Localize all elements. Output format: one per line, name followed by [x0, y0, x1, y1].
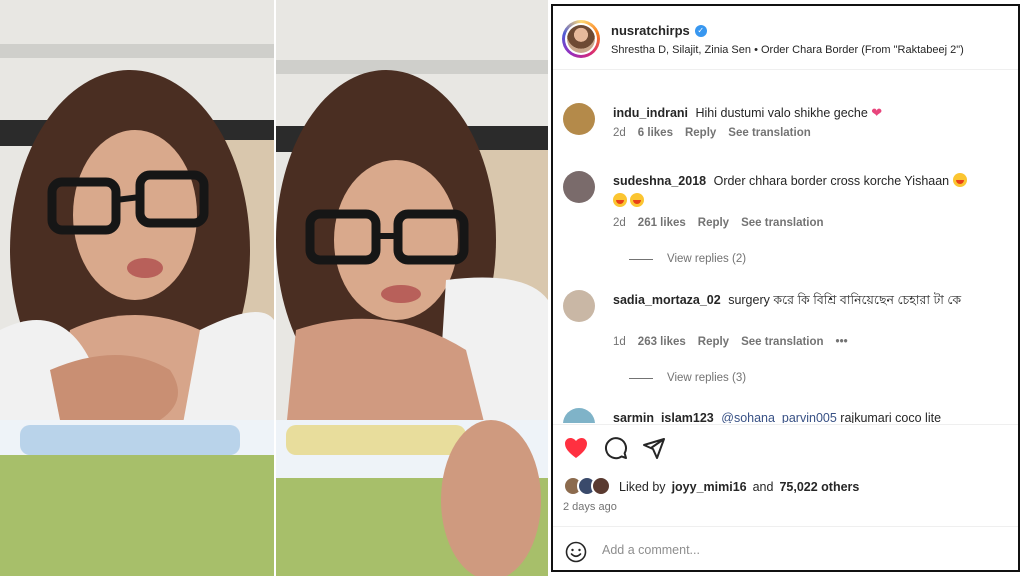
commenter-avatar[interactable]	[563, 408, 595, 423]
comment-likes[interactable]: 263 likes	[638, 336, 686, 348]
comment-text: surgery করে কি বিশ্রি বানিয়েছেন চেহারা …	[728, 293, 962, 307]
see-translation-button[interactable]: See translation	[741, 217, 823, 229]
view-replies-label[interactable]: View replies (3)	[667, 372, 746, 384]
see-translation-button[interactable]: See translation	[728, 127, 810, 139]
liked-by-user[interactable]: joyy_mimi16	[672, 480, 747, 494]
comments-list[interactable]: indu_indrani Hihi dustumi valo shikhe ge…	[553, 71, 1018, 423]
commenter-username[interactable]: sadia_mortaza_02	[613, 293, 721, 307]
heart-emoji-icon: ❤	[871, 105, 883, 120]
comment-text-block: sarmin_islam123 @sohana_parvin005 rajkum…	[613, 408, 988, 423]
post-photo-left	[0, 0, 274, 576]
post-header: nusratchirps ✓ Shrestha D, Silajit, Zini…	[553, 6, 1018, 70]
commenter-username[interactable]: sarmin_islam123	[613, 411, 714, 423]
divider-line	[629, 377, 653, 379]
commenter-username[interactable]: sudeshna_2018	[613, 174, 706, 188]
profile-avatar[interactable]	[562, 20, 600, 58]
add-comment-input[interactable]	[602, 543, 982, 557]
add-comment-bar	[553, 526, 1018, 570]
view-replies-button[interactable]: View replies (3)	[629, 372, 746, 384]
mention-link[interactable]: @sohana_parvin005	[721, 411, 837, 423]
commenter-username[interactable]: indu_indrani	[613, 106, 688, 120]
comment-text-block: sadia_mortaza_02 surgery করে কি বিশ্রি ব…	[613, 290, 988, 310]
likes-prefix: Liked by	[619, 480, 666, 494]
comment-time: 2d	[613, 127, 626, 139]
comment-likes[interactable]: 6 likes	[638, 127, 673, 139]
reply-button[interactable]: Reply	[685, 127, 716, 139]
commenter-avatar[interactable]	[563, 290, 595, 322]
comment-text-block: indu_indrani Hihi dustumi valo shikhe ge…	[613, 103, 988, 123]
reply-button[interactable]: Reply	[698, 336, 729, 348]
comment-text: Hihi dustumi valo shikhe geche	[695, 106, 868, 120]
instagram-post-panel: nusratchirps ✓ Shrestha D, Silajit, Zini…	[551, 4, 1020, 572]
commenter-avatar[interactable]	[563, 103, 595, 135]
screen: nusratchirps ✓ Shrestha D, Silajit, Zini…	[0, 0, 1024, 576]
profile-username[interactable]: nusratchirps ✓	[611, 23, 707, 38]
comment-time: 1d	[613, 336, 626, 348]
speech-bubble-icon[interactable]	[603, 435, 629, 461]
paper-plane-icon[interactable]	[641, 435, 667, 461]
comment-text-block: sudeshna_2018 Order chhara border cross …	[613, 171, 988, 211]
divider-line	[629, 258, 653, 260]
likes-middle: and	[752, 480, 774, 494]
view-replies-button[interactable]: View replies (2)	[629, 253, 746, 265]
post-date: 2 days ago	[563, 501, 617, 513]
see-translation-button[interactable]: See translation	[741, 336, 823, 348]
smiley-icon[interactable]	[565, 541, 587, 563]
comment-time: 2d	[613, 217, 626, 229]
more-options-icon[interactable]: •••	[836, 336, 848, 348]
likes-others-count[interactable]: 75,022 others	[779, 480, 859, 494]
comment-likes[interactable]: 261 likes	[638, 217, 686, 229]
audio-attribution[interactable]: Shrestha D, Silajit, Zinia Sen • Order C…	[611, 44, 964, 56]
comment-meta: 2d 6 likes Reply See translation	[613, 127, 811, 139]
post-action-bar	[553, 424, 1018, 464]
commenter-avatar[interactable]	[563, 171, 595, 203]
view-replies-label[interactable]: View replies (2)	[667, 253, 746, 265]
comment-meta: 1d 263 likes Reply See translation •••	[613, 336, 848, 348]
laughing-emoji-icon	[613, 193, 627, 207]
reply-button[interactable]: Reply	[698, 217, 729, 229]
likes-summary[interactable]: Liked by joyy_mimi16 and 75,022 others	[563, 476, 859, 498]
laughing-emoji-icon	[952, 173, 967, 187]
comment-text: rajkumari coco lite	[840, 411, 942, 423]
heart-filled-icon[interactable]	[563, 435, 589, 461]
laughing-emoji-icon	[630, 193, 645, 207]
comment-text: Order chhara border cross korche Yishaan	[713, 174, 950, 188]
verified-badge-icon: ✓	[694, 24, 707, 37]
liker-avatars	[563, 476, 613, 498]
comment-meta: 2d 261 likes Reply See translation	[613, 217, 824, 229]
username-text[interactable]: nusratchirps	[611, 23, 690, 38]
post-photo-right	[276, 0, 548, 576]
